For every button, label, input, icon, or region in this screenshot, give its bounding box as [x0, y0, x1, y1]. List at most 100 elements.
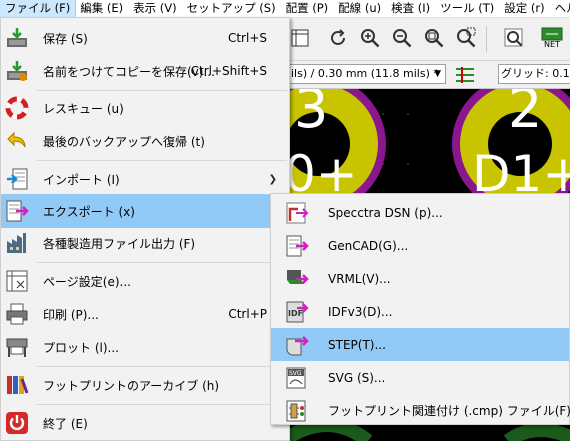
page-settings-icon	[5, 269, 29, 293]
vrml-icon	[285, 267, 309, 291]
menu-file[interactable]: ファイル (F)	[0, 0, 77, 18]
grid-select[interactable]: グリッド: 0.1270	[498, 64, 570, 84]
footprint-association-icon	[285, 399, 309, 423]
zoom-fit-icon[interactable]	[420, 24, 448, 52]
menu-item-vrml[interactable]: VRML(V)...	[271, 262, 569, 295]
shortcut-label: Ctrl+Shift+S	[190, 64, 267, 78]
menu-item-quit[interactable]: 終了 (E)	[1, 406, 289, 440]
menu-item-label: 各種製造用ファイル出力 (F)	[43, 236, 196, 251]
rescue-icon	[5, 96, 29, 120]
menu-item-footprint-association[interactable]: フットプリント関連付け (.cmp) ファイル(F)...	[271, 394, 570, 427]
zoom-selection-icon[interactable]	[452, 24, 480, 52]
menu-separator	[37, 366, 287, 367]
menu-item-label: 最後のバックアップへ復帰 (t)	[43, 134, 205, 149]
menu-item-label: 印刷 (P)...	[43, 307, 99, 322]
menu-preferences[interactable]: 設定 (r)	[499, 0, 549, 17]
menu-inspect[interactable]: 検査 (I)	[386, 0, 435, 17]
svg-text:IDF: IDF	[288, 309, 303, 318]
menu-item-svg[interactable]: SVG SVG (S)...	[271, 361, 569, 394]
via-size-icon[interactable]	[454, 65, 476, 85]
fabrication-outputs-icon	[5, 231, 29, 255]
toolbar-divider	[486, 26, 487, 52]
track-width-value: ils) / 0.30 mm (11.8 mils) *	[291, 67, 439, 80]
menu-item-step[interactable]: STEP(T)...	[271, 328, 569, 361]
grid-value: グリッド: 0.1270	[501, 67, 570, 80]
netlist-icon[interactable]: NET	[538, 24, 566, 52]
menu-item-label: 終了 (E)	[43, 416, 88, 431]
menu-item-label: レスキュー (u)	[43, 101, 124, 116]
page-settings-toolbar-icon[interactable]	[286, 24, 314, 52]
export-submenu: Specctra DSN (p)... GenCAD(G)... VRML(V)…	[270, 193, 570, 425]
pad-number-label: 2	[508, 89, 543, 140]
menu-item-specctra[interactable]: Specctra DSN (p)...	[271, 196, 569, 229]
find-icon[interactable]	[500, 24, 528, 52]
menu-item-label: GenCAD(G)...	[328, 238, 409, 253]
menu-edit[interactable]: 編集 (E)	[75, 0, 128, 17]
print-icon	[5, 302, 29, 326]
menu-item-fabrication[interactable]: 各種製造用ファイル出力 (F) ❯	[1, 226, 289, 260]
main-toolbar: NET	[288, 18, 570, 61]
zoom-out-icon[interactable]	[388, 24, 416, 52]
specctra-icon	[285, 201, 309, 225]
plot-icon	[5, 335, 29, 359]
menu-item-label: インポート (I)	[43, 172, 120, 187]
svg-text:NET: NET	[544, 40, 560, 49]
menu-route[interactable]: 配線 (u)	[333, 0, 386, 17]
menu-separator	[37, 160, 287, 161]
menu-separator	[37, 404, 287, 405]
menu-item-label: Specctra DSN (p)...	[328, 205, 443, 220]
menu-item-save[interactable]: 保存 (S) Ctrl+S	[1, 21, 289, 55]
step-icon	[285, 333, 309, 357]
menu-item-label: 名前をつけてコピーを保存(v)...	[43, 64, 215, 79]
menu-place[interactable]: 配置 (P)	[281, 0, 334, 17]
save-icon	[5, 26, 29, 50]
zoom-in-icon[interactable]	[356, 24, 384, 52]
menu-item-idf[interactable]: IDF IDFv3(D)...	[271, 295, 569, 328]
aux-toolbar: ils) / 0.30 mm (11.8 mils) * ▼ グリッド: 0.1…	[288, 61, 570, 89]
menu-item-label: STEP(T)...	[328, 337, 386, 352]
menu-item-gencad[interactable]: GenCAD(G)...	[271, 229, 569, 262]
menu-item-label: ページ設定(e)...	[43, 274, 131, 289]
menu-tools[interactable]: ツール (T)	[435, 0, 499, 17]
shortcut-label: Ctrl+S	[227, 31, 267, 45]
menu-item-import[interactable]: インポート (I) ❯	[1, 162, 289, 196]
quit-icon	[5, 411, 29, 435]
menu-item-label: IDFv3(D)...	[328, 304, 393, 319]
menu-item-label: フットプリントのアーカイブ (h)	[43, 378, 220, 393]
redraw-icon[interactable]	[324, 24, 352, 52]
menu-item-rescue[interactable]: レスキュー (u)	[1, 91, 289, 125]
svg-icon: SVG	[285, 366, 309, 390]
chevron-down-icon: ▼	[434, 69, 441, 79]
menu-item-footprint-archive[interactable]: フットプリントのアーカイブ (h) ❯	[1, 368, 289, 402]
menu-item-label: プロット (l)...	[43, 340, 119, 355]
menubar: ファイル (F) 編集 (E) 表示 (V) セットアップ (S) 配置 (P)…	[0, 0, 570, 18]
menu-view[interactable]: 表示 (V)	[128, 0, 182, 17]
menu-setup[interactable]: セットアップ (S)	[182, 0, 281, 17]
menu-item-page-settings[interactable]: ページ設定(e)...	[1, 264, 289, 298]
revert-backup-icon	[5, 129, 29, 153]
menu-help[interactable]: ヘルプ	[550, 0, 570, 17]
submenu-arrow-icon: ❯	[268, 173, 277, 185]
menu-item-label: SVG (S)...	[328, 370, 386, 385]
menu-item-save-copy[interactable]: 名前をつけてコピーを保存(v)... Ctrl+Shift+S	[1, 54, 289, 88]
menu-separator	[37, 262, 287, 263]
idf-icon: IDF	[285, 300, 309, 324]
menu-item-label: フットプリント関連付け (.cmp) ファイル(F)...	[328, 404, 570, 418]
menu-item-export[interactable]: エクスポート (x) ❯	[1, 194, 289, 228]
menu-item-revert[interactable]: 最後のバックアップへ復帰 (t)	[1, 124, 289, 158]
menu-item-plot[interactable]: プロット (l)...	[1, 330, 289, 364]
track-width-select[interactable]: ils) / 0.30 mm (11.8 mils) * ▼	[288, 64, 446, 84]
menu-item-label: VRML(V)...	[328, 271, 391, 286]
svg-text:SVG: SVG	[289, 370, 302, 377]
footprint-archive-icon	[5, 373, 29, 397]
import-icon	[5, 167, 29, 191]
menu-item-print[interactable]: 印刷 (P)... Ctrl+P	[1, 297, 289, 331]
menu-item-label: エクスポート (x)	[43, 204, 135, 219]
pad-number-label: 3	[294, 89, 329, 140]
menu-item-label: 保存 (S)	[43, 31, 88, 46]
save-copy-icon	[5, 59, 29, 83]
shortcut-label: Ctrl+P	[228, 307, 267, 321]
file-menu: 保存 (S) Ctrl+S 名前をつけてコピーを保存(v)... Ctrl+Sh…	[0, 17, 290, 441]
gencad-icon	[285, 234, 309, 258]
export-icon	[5, 199, 29, 223]
